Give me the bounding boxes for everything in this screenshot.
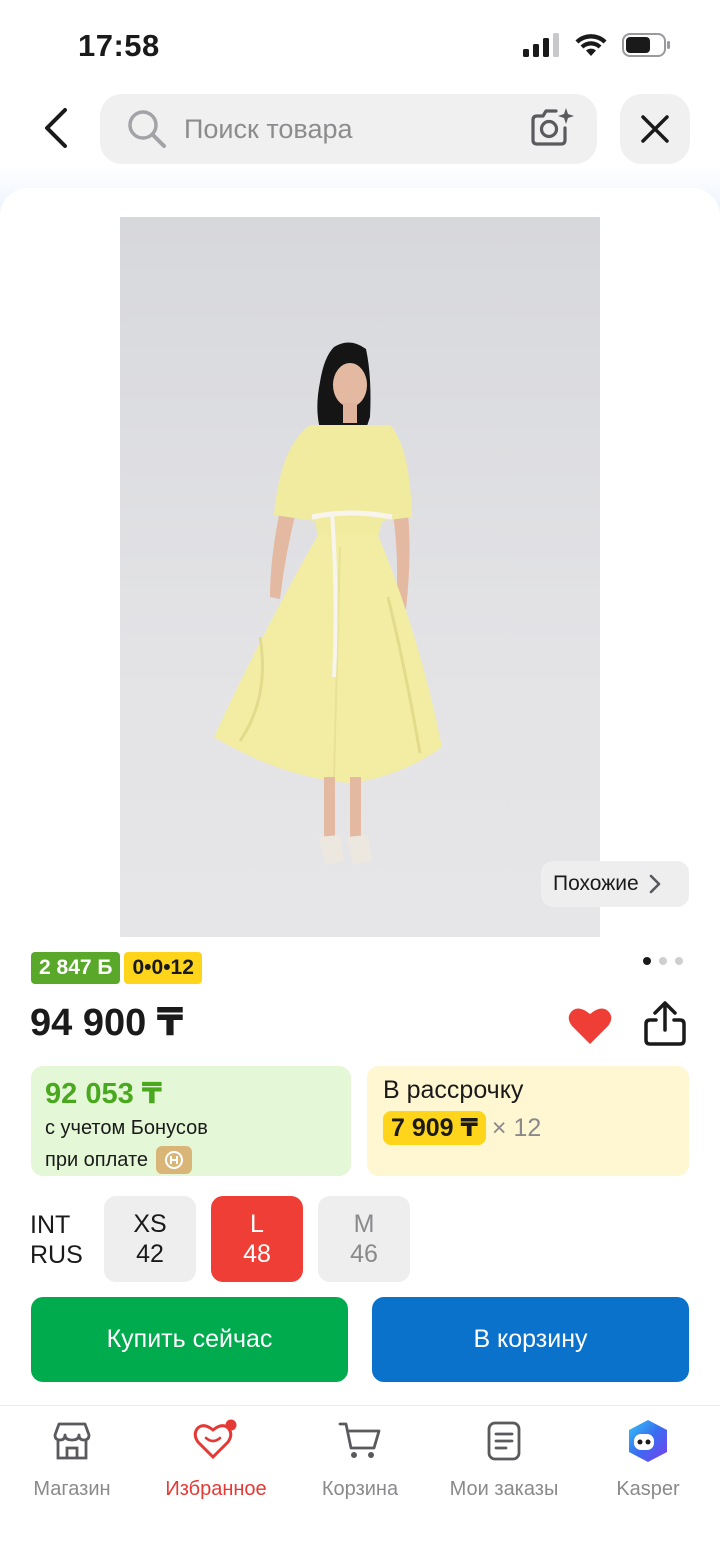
size-option-m[interactable]: M 46: [318, 1196, 410, 1282]
tab-label: Корзина: [321, 1478, 399, 1500]
product-photo[interactable]: [120, 217, 600, 937]
installment-card[interactable]: В рассрочку 7 909 ₸ × 12: [367, 1066, 689, 1176]
status-time: 17:58: [78, 28, 160, 63]
tab-cart[interactable]: Корзина: [288, 1418, 432, 1501]
gallery-pagination: [643, 957, 683, 965]
installment-term: × 12: [491, 1113, 542, 1142]
cart-icon: [337, 1418, 383, 1464]
payment-bonus-icon: [156, 1146, 193, 1174]
orders-icon: [481, 1418, 527, 1464]
bottom-tab-bar: Магазин Избранное Корзина Мои заказы Kas…: [0, 1405, 720, 1558]
share-icon: [644, 1001, 686, 1046]
installment-amount: 7 909 ₸: [383, 1111, 486, 1145]
bonus-badge: 2 847 Б: [31, 952, 121, 984]
similar-products-button[interactable]: Похожие: [541, 861, 689, 907]
close-icon: [641, 115, 669, 143]
installment-title: В рассрочку: [383, 1076, 524, 1104]
search-bar[interactable]: [100, 94, 597, 164]
model-in-yellow-dress-image: [214, 342, 442, 865]
store-icon: [49, 1418, 95, 1464]
pagination-dot: [643, 957, 651, 965]
bonus-price-card[interactable]: 92 053 ₸ с учетом Бонусов при оплате: [31, 1066, 351, 1176]
cellular-signal-icon: [523, 33, 559, 57]
promo-badges: 2 847 Б 0•0•12: [31, 952, 202, 984]
status-icons: [522, 32, 672, 58]
battery-icon: [622, 33, 670, 57]
tab-label: Магазин: [33, 1478, 111, 1500]
search-input[interactable]: [184, 94, 514, 164]
size-rus: 48: [243, 1240, 271, 1268]
buy-now-button[interactable]: Купить сейчас: [31, 1297, 348, 1382]
size-int: L: [250, 1210, 264, 1238]
bonus-note-line2: при оплате: [45, 1146, 337, 1174]
heart-filled-icon: [568, 1008, 612, 1044]
size-system-labels: INT RUS: [30, 1210, 83, 1270]
bonus-note-text: с учетом Бонусов: [45, 1117, 208, 1139]
add-to-cart-button[interactable]: В корзину: [372, 1297, 689, 1382]
close-button[interactable]: [620, 94, 690, 164]
similar-label: Похожие: [553, 872, 639, 895]
tab-label: Избранное: [165, 1478, 267, 1500]
heart-icon: [193, 1418, 239, 1464]
tab-favorites[interactable]: Избранное: [144, 1418, 288, 1501]
size-rus: 46: [350, 1240, 378, 1268]
pagination-dot: [659, 957, 667, 965]
product-price: 94 900 ₸: [30, 1002, 184, 1044]
camera-search-icon[interactable]: [529, 106, 575, 150]
size-system-rus: RUS: [30, 1241, 83, 1269]
bonus-note-text: при оплате: [45, 1148, 149, 1171]
kasper-assistant-icon: [625, 1418, 671, 1464]
installment-badge: 0•0•12: [124, 952, 202, 984]
tab-kasper[interactable]: Kasper: [576, 1418, 720, 1501]
bonus-price: 92 053 ₸: [45, 1078, 162, 1110]
size-option-xs[interactable]: XS 42: [104, 1196, 196, 1282]
back-button[interactable]: [28, 100, 84, 156]
status-bar: 17:58: [0, 0, 720, 90]
size-int: XS: [133, 1210, 167, 1238]
bonus-note-line1: с учетом Бонусов: [45, 1117, 337, 1140]
search-icon: [128, 110, 166, 148]
tab-store[interactable]: Магазин: [0, 1418, 144, 1501]
installment-row: 7 909 ₸ × 12: [383, 1111, 673, 1145]
pagination-dot: [675, 957, 683, 965]
tab-label: Мои заказы: [449, 1478, 559, 1500]
size-int: M: [353, 1210, 375, 1238]
chevron-right-icon: [649, 874, 661, 894]
chevron-left-icon: [45, 108, 67, 148]
size-rus: 42: [136, 1240, 164, 1268]
tab-label: Kasper: [616, 1478, 680, 1500]
share-button[interactable]: [642, 1000, 688, 1048]
tab-orders[interactable]: Мои заказы: [432, 1418, 576, 1501]
size-option-l[interactable]: L 48: [211, 1196, 303, 1282]
wifi-icon: [575, 34, 607, 56]
favorite-button[interactable]: [566, 1004, 614, 1048]
size-system-int: INT: [30, 1211, 71, 1239]
